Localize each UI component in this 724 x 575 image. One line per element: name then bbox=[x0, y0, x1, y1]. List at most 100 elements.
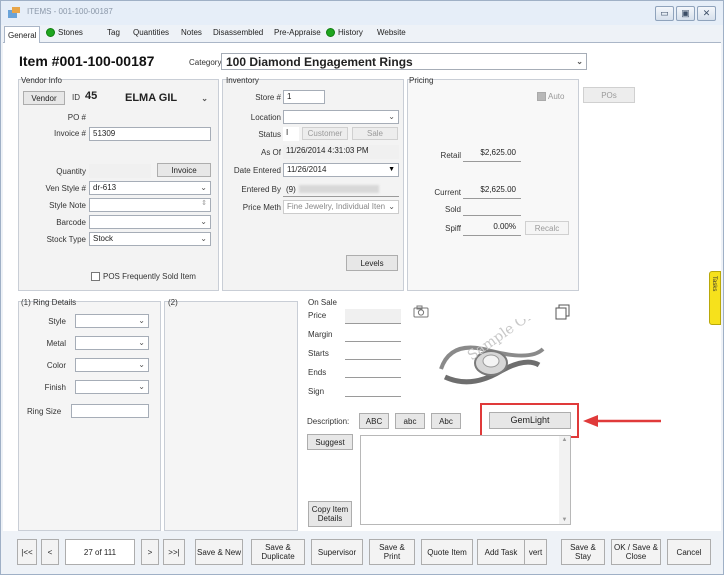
recalc-button[interactable]: Recalc bbox=[525, 221, 569, 235]
save-stay-button[interactable]: Save & Stay bbox=[561, 539, 605, 565]
category-combo[interactable]: 100 Diamond Engagement Rings ⌄ bbox=[221, 53, 587, 70]
metal-label: Metal bbox=[46, 339, 66, 348]
add-task-button[interactable]: Add Task bbox=[477, 539, 525, 565]
style-combo[interactable]: ⌄ bbox=[75, 314, 149, 328]
next-record-button[interactable]: > bbox=[141, 539, 159, 565]
ven-style-label: Ven Style # bbox=[45, 184, 86, 193]
vendor-id-value: 45 bbox=[85, 90, 98, 102]
record-counter: 27 of 111 bbox=[65, 539, 135, 565]
uppercase-button[interactable]: ABC bbox=[359, 413, 389, 429]
chevron-down-icon: ⌄ bbox=[200, 234, 207, 243]
customer-button[interactable]: Customer bbox=[302, 127, 348, 140]
entered-by-value: (9) bbox=[286, 185, 296, 194]
entered-by-label: Entered By bbox=[241, 185, 281, 194]
description-label: Description: bbox=[307, 417, 350, 426]
close-button[interactable]: ✕ bbox=[697, 6, 716, 21]
suggest-button[interactable]: Suggest bbox=[307, 434, 353, 450]
spinner-icon: ⇕ bbox=[201, 200, 207, 207]
calendar-dropdown-icon: ▼ bbox=[388, 166, 395, 173]
scroll-up-icon[interactable]: ▲ bbox=[559, 436, 570, 444]
retail-label: Retail bbox=[440, 151, 461, 160]
barcode-combo[interactable]: ⌄ bbox=[89, 215, 211, 229]
vendor-button[interactable]: Vendor bbox=[23, 91, 65, 105]
levels-button[interactable]: Levels bbox=[346, 255, 398, 271]
stock-type-combo[interactable]: Stock ⌄ bbox=[89, 232, 211, 246]
tab-stones[interactable]: Stones bbox=[46, 28, 83, 37]
retail-value: $2,625.00 bbox=[480, 148, 516, 157]
status-label: Status bbox=[258, 130, 281, 139]
stock-type-label: Stock Type bbox=[46, 235, 86, 244]
sale-button[interactable]: Sale bbox=[352, 127, 398, 140]
auto-checkbox[interactable] bbox=[537, 92, 546, 101]
onsale-sign-label: Sign bbox=[308, 387, 325, 396]
ring-size-input[interactable] bbox=[71, 404, 149, 418]
scroll-down-icon[interactable]: ▼ bbox=[559, 516, 570, 524]
app-icon bbox=[8, 7, 20, 18]
tab-label: History bbox=[338, 28, 363, 37]
general-panel: Item #001-100-00187 Category 100 Diamond… bbox=[3, 43, 721, 531]
price-meth-combo[interactable]: Fine Jewelry, Individual Iten ⌄ bbox=[283, 200, 399, 214]
onsale-starts-underline bbox=[345, 359, 401, 360]
item-image-area[interactable]: Sample Only bbox=[405, 301, 579, 397]
color-combo[interactable]: ⌄ bbox=[75, 358, 149, 372]
store-input[interactable]: 1 bbox=[283, 90, 325, 104]
style-note-input[interactable]: ⇕ bbox=[89, 198, 211, 212]
tab-pre-appraise[interactable]: Pre-Appraise bbox=[274, 28, 321, 37]
bottom-toolbar: |<< < 27 of 111 > >>| Save & New Save & … bbox=[3, 531, 721, 573]
first-record-button[interactable]: |<< bbox=[17, 539, 37, 565]
tab-tag[interactable]: Tag bbox=[107, 28, 120, 37]
copy-image-icon[interactable] bbox=[555, 304, 571, 320]
camera-icon[interactable] bbox=[413, 305, 429, 318]
pos-button[interactable]: POs bbox=[583, 87, 635, 103]
description-scrollbar[interactable]: ▲ ▼ bbox=[559, 436, 570, 524]
convert-button[interactable]: vert bbox=[525, 539, 547, 565]
chevron-down-icon: ⌄ bbox=[200, 217, 207, 226]
save-print-button[interactable]: Save & Print bbox=[369, 539, 415, 565]
tab-general[interactable]: General bbox=[4, 26, 41, 43]
tab-history[interactable]: History bbox=[326, 28, 363, 37]
ok-save-close-button[interactable]: OK / Save & Close bbox=[611, 539, 661, 565]
tab-disassembled[interactable]: Disassembled bbox=[213, 28, 263, 37]
barcode-label: Barcode bbox=[56, 218, 86, 227]
chevron-down-icon: ⌄ bbox=[388, 202, 395, 211]
invoice-input[interactable]: 51309 bbox=[89, 127, 211, 141]
price-meth-label: Price Meth bbox=[242, 203, 281, 212]
date-entered-value: 11/26/2014 bbox=[287, 165, 327, 174]
tab-label: Pre-Appraise bbox=[274, 28, 321, 37]
vendor-name-combo[interactable]: ELMA GIL ⌄ bbox=[121, 90, 212, 106]
ven-style-value: dr-613 bbox=[93, 183, 117, 192]
save-new-button[interactable]: Save & New bbox=[195, 539, 243, 565]
tasks-side-tab[interactable]: Tasks bbox=[709, 271, 721, 325]
tab-label: General bbox=[8, 30, 37, 40]
lowercase-button[interactable]: abc bbox=[395, 413, 425, 429]
quote-item-button[interactable]: Quote Item bbox=[421, 539, 473, 565]
tab-notes[interactable]: Notes bbox=[181, 28, 202, 37]
tab-quantities[interactable]: Quantities bbox=[133, 28, 169, 37]
save-duplicate-button[interactable]: Save & Duplicate bbox=[251, 539, 305, 565]
supervisor-button[interactable]: Supervisor bbox=[311, 539, 363, 565]
cancel-button[interactable]: Cancel bbox=[667, 539, 711, 565]
description-textarea[interactable]: ▲ ▼ bbox=[360, 435, 571, 525]
pos-checkbox[interactable] bbox=[91, 272, 100, 281]
invoice-button[interactable]: Invoice bbox=[157, 163, 211, 177]
minimize-button[interactable]: ▭ bbox=[655, 6, 674, 21]
tab-website[interactable]: Website bbox=[377, 28, 406, 37]
date-entered-picker[interactable]: 11/26/2014 ▼ bbox=[283, 163, 399, 177]
ven-style-combo[interactable]: dr-613 ⌄ bbox=[89, 181, 211, 195]
location-combo[interactable]: ⌄ bbox=[283, 110, 399, 124]
chevron-down-icon: ⌄ bbox=[576, 57, 583, 66]
copy-item-details-button[interactable]: Copy Item Details bbox=[308, 501, 352, 527]
finish-combo[interactable]: ⌄ bbox=[75, 380, 149, 394]
prev-record-button[interactable]: < bbox=[41, 539, 59, 565]
entered-by-underline bbox=[283, 196, 399, 197]
gemlight-button[interactable]: GemLight bbox=[489, 412, 571, 429]
onsale-margin-underline bbox=[345, 341, 401, 342]
sold-underline bbox=[463, 215, 521, 216]
metal-combo[interactable]: ⌄ bbox=[75, 336, 149, 350]
onsale-title: On Sale bbox=[308, 298, 337, 307]
annotation-arrow-icon bbox=[583, 415, 661, 427]
maximize-button[interactable]: ▣ bbox=[676, 6, 695, 21]
chevron-down-icon: ⌄ bbox=[388, 112, 395, 121]
titlecase-button[interactable]: Abc bbox=[431, 413, 461, 429]
last-record-button[interactable]: >>| bbox=[163, 539, 185, 565]
